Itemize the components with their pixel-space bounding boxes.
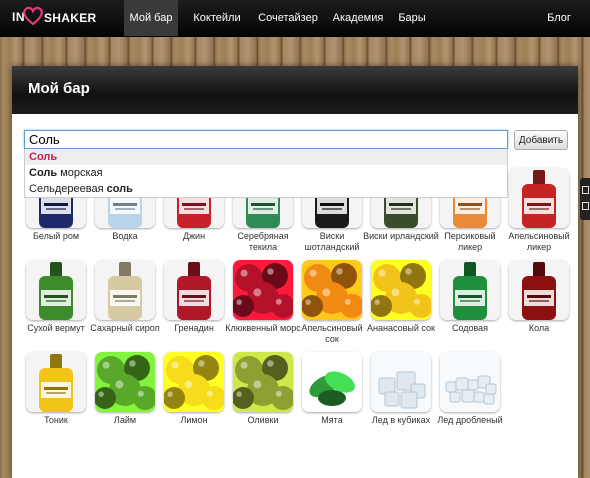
autocomplete-option[interactable]: Соль морская <box>25 165 507 181</box>
page-title: Мой бар <box>28 80 90 97</box>
ingredient-tile[interactable] <box>371 352 431 412</box>
logo-name: SHAKER <box>44 11 97 25</box>
ingredient-name: Виски ирландский <box>363 231 439 241</box>
ingredient-name: Гренадин <box>174 323 214 333</box>
ingredient-tile[interactable] <box>26 352 86 412</box>
heart-icon <box>23 6 43 26</box>
cranberry-icon <box>233 260 293 320</box>
ingredient-search-input[interactable] <box>24 130 508 149</box>
ingredient-name: Сухой вермут <box>27 323 85 333</box>
ingredient-name: Джин <box>182 231 206 241</box>
autocomplete-rest: морская <box>57 167 103 179</box>
ingredient-name: Лед дробленый <box>437 415 503 425</box>
ingredient-name: Кола <box>528 323 550 333</box>
ingredient-name: Ананасовый сок <box>367 323 435 333</box>
orange-juice-icon <box>302 260 362 320</box>
ingredient-tile[interactable] <box>164 352 224 412</box>
ingredient-name: Белый ром <box>32 231 80 241</box>
ingredient-name: Мята <box>321 415 343 425</box>
ingredient-tile[interactable] <box>509 260 569 320</box>
ingredient-name: Водка <box>112 231 138 241</box>
mint-leaves-icon <box>302 352 362 412</box>
ingredient-tile[interactable] <box>233 352 293 412</box>
autocomplete-match: Соль <box>29 151 58 163</box>
ingredient-tile[interactable] <box>371 260 431 320</box>
ingredient-name: Лимон <box>180 415 208 425</box>
pineapple-icon <box>371 260 431 320</box>
ingredient-name: Оливки <box>247 415 279 425</box>
autocomplete-dropdown: Соль Соль морская Сельдереевая соль <box>24 149 508 198</box>
nav-bars[interactable]: Бары <box>398 0 426 36</box>
side-tab[interactable] <box>580 178 590 220</box>
ingredient-tile[interactable] <box>302 260 362 320</box>
ingredient-tile[interactable] <box>440 260 500 320</box>
perrier-soda-bottle-icon <box>440 260 500 320</box>
nav-combinator[interactable]: Сочетайзер <box>258 0 318 36</box>
ingredient-name: Виски шотландский <box>304 231 360 252</box>
add-button[interactable]: Добавить <box>514 130 568 150</box>
ingredient-tile[interactable] <box>509 168 569 228</box>
schweppes-tonic-bottle-icon <box>26 352 86 412</box>
autocomplete-match: соль <box>106 183 133 195</box>
monin-grenadine-bottle-icon <box>164 260 224 320</box>
cola-bottle-icon <box>509 260 569 320</box>
autocomplete-option[interactable]: Соль <box>25 149 507 165</box>
ingredient-name: Содовая <box>451 323 489 333</box>
ingredient-name: Апельсиновый ликер <box>508 231 570 252</box>
autocomplete-option[interactable]: Сельдереевая соль <box>25 181 507 197</box>
panel-header: Мой бар <box>12 66 578 114</box>
nav-my-bar[interactable]: Мой бар <box>124 0 178 36</box>
nav-cocktails[interactable]: Коктейли <box>190 0 244 36</box>
list-icon <box>582 202 589 210</box>
ingredient-name: Сахарный сироп <box>90 323 160 333</box>
ingredient-tile[interactable] <box>440 352 500 412</box>
lime-icon <box>95 352 155 412</box>
ingredient-name: Лайм <box>113 415 137 425</box>
nav-academy[interactable]: Академия <box>332 0 384 36</box>
ingredient-name: Апельсиновый сок <box>301 323 363 344</box>
autocomplete-prefix: Сельдереевая <box>29 183 107 195</box>
ingredient-tile[interactable] <box>164 260 224 320</box>
ingredient-name: Персиковый ликер <box>444 231 496 252</box>
martini-vermouth-bottle-icon <box>26 260 86 320</box>
ingredient-name: Серебряная текила <box>237 231 289 252</box>
top-navigation: IN SHAKER Мой бар Коктейли Сочетайзер Ак… <box>0 0 590 37</box>
autocomplete-match: Соль <box>29 167 58 179</box>
lemon-icon <box>164 352 224 412</box>
ingredient-tile[interactable] <box>95 352 155 412</box>
list-icon <box>582 186 589 194</box>
ice-cubes-icon <box>371 352 431 412</box>
olives-icon <box>233 352 293 412</box>
crushed-ice-icon <box>440 352 500 412</box>
ingredient-tile[interactable] <box>302 352 362 412</box>
ingredient-tile[interactable] <box>233 260 293 320</box>
ingredient-name: Клюквенный морс <box>225 323 301 333</box>
ingredient-tile[interactable] <box>95 260 155 320</box>
ingredient-tile[interactable] <box>26 260 86 320</box>
ingredient-name: Тоник <box>44 415 68 425</box>
ingredient-name: Лед в кубиках <box>371 415 431 425</box>
monin-sugar-syrup-bottle-icon <box>95 260 155 320</box>
nav-blog[interactable]: Блог <box>546 0 572 36</box>
dekuyper-liqueur-bottle-icon <box>509 168 569 228</box>
